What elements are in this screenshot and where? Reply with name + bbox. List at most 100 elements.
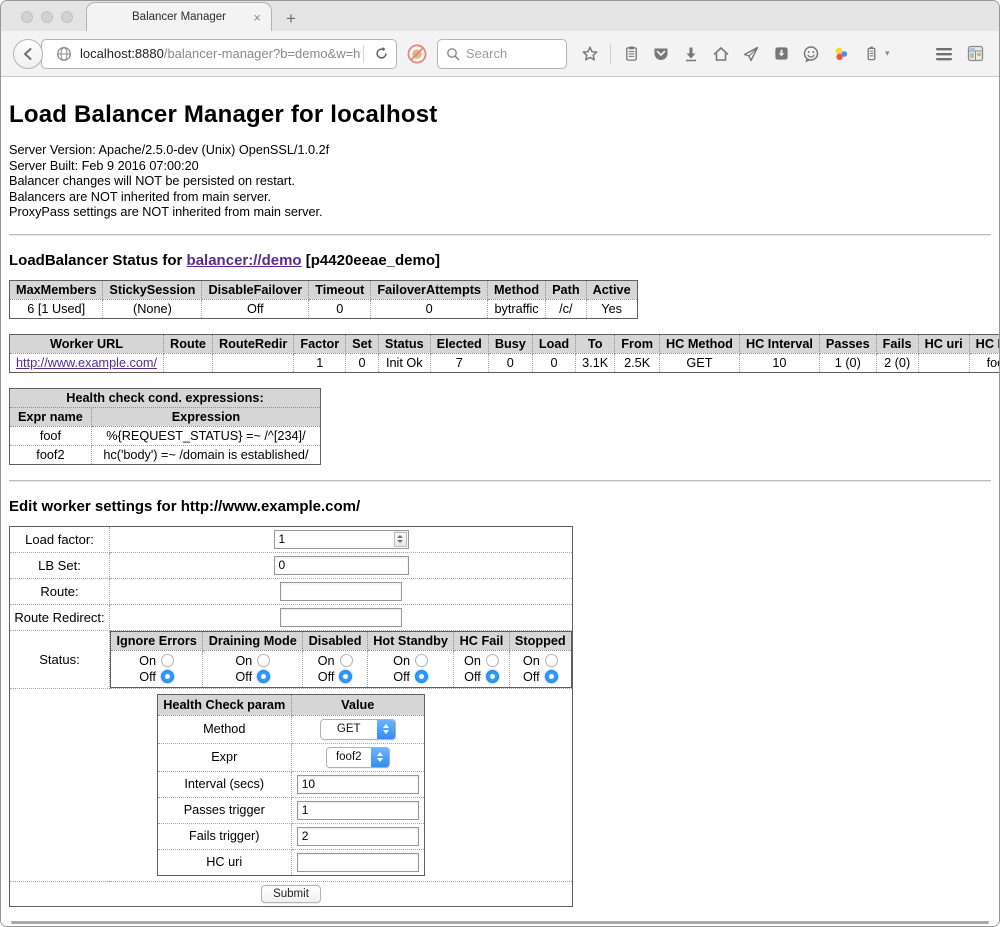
worker-url-link[interactable]: http://www.example.com/ (16, 356, 157, 370)
hc-fail-off-radio[interactable] (486, 670, 499, 683)
hc-uri-input[interactable] (297, 853, 419, 872)
val-failoverattempts: 0 (371, 299, 488, 318)
close-window-button[interactable] (21, 11, 33, 23)
col-expression: Expression (91, 407, 320, 426)
balancer-demo-link[interactable]: balancer://demo (187, 252, 302, 269)
back-button[interactable] (13, 39, 43, 69)
chat-button[interactable] (799, 42, 823, 66)
expr-table-title: Health check cond. expressions: (10, 388, 321, 407)
hc-expr-select[interactable]: foof2 (326, 747, 390, 768)
battery-extension-button[interactable] (859, 42, 883, 66)
on-label: On (139, 653, 156, 669)
bookmark-star-button[interactable] (578, 42, 602, 66)
hc-interval-input[interactable] (297, 775, 419, 794)
load-factor-input[interactable] (275, 531, 394, 547)
submit-row: Submit (10, 881, 573, 906)
disabled-on-radio[interactable] (340, 654, 353, 667)
hc-expr-selected-value: foof2 (327, 748, 371, 767)
heading-prefix: LoadBalancer Status for (9, 252, 187, 269)
url-divider (363, 45, 364, 63)
col-set: Set (346, 334, 379, 353)
balancer-header-row: MaxMembers StickySession DisableFailover… (10, 280, 638, 299)
downloads-button[interactable] (679, 42, 703, 66)
col-expr-name: Expr name (10, 407, 92, 426)
save-to-device-button[interactable] (769, 42, 793, 66)
expr-title-row: Health check cond. expressions: (10, 388, 321, 407)
hc-passes-input[interactable] (297, 801, 419, 820)
select-stepper-icon (371, 748, 389, 767)
status-matrix-table: Ignore Errors Draining Mode Disabled Hot… (110, 631, 572, 688)
draining-mode-radios: On Off (203, 650, 303, 687)
stopped-off-radio[interactable] (545, 670, 558, 683)
tab-balancer-manager[interactable]: Balancer Manager × (86, 2, 272, 31)
load-factor-row: Load factor: (10, 526, 573, 552)
hc-fails-input[interactable] (297, 827, 419, 846)
home-button[interactable] (709, 42, 733, 66)
session-grid-extension-button[interactable] (963, 42, 987, 66)
val-stickysession: (None) (103, 299, 202, 318)
health-check-table: Health Check param Value Method GET (157, 694, 425, 876)
send-tab-button[interactable] (739, 42, 763, 66)
adblock-icon[interactable] (404, 41, 430, 67)
disabled-radios: On Off (303, 650, 368, 687)
hot-standby-on-radio[interactable] (415, 654, 428, 667)
expr-value-foof2: hc('body') =~ /domain is established/ (91, 445, 320, 464)
off-label: Off (464, 669, 481, 685)
reload-button[interactable] (366, 40, 396, 68)
back-arrow-icon (20, 46, 36, 62)
submit-button[interactable]: Submit (261, 885, 321, 903)
search-input[interactable]: Search (437, 39, 567, 69)
col-hc-param: Health Check param (158, 694, 292, 715)
balancer-status-heading: LoadBalancer Status for balancer://demo … (9, 252, 991, 269)
expr-name-foof2: foof2 (10, 445, 92, 464)
stopped-radios: On Off (509, 650, 571, 687)
expr-row-foof: foof %{REQUEST_STATUS} =~ /^[234]/ (10, 426, 321, 445)
val-set: 0 (346, 353, 379, 372)
status-label: Status: (10, 630, 110, 688)
col-from: From (615, 334, 660, 353)
lb-set-row: LB Set: (10, 552, 573, 578)
health-check-expressions-table: Health check cond. expressions: Expr nam… (9, 388, 321, 465)
col-worker-url: Worker URL (10, 334, 164, 353)
overflow-caret-icon[interactable]: ▾ (885, 48, 890, 59)
ignore-errors-on-radio[interactable] (161, 654, 174, 667)
route-redirect-input[interactable] (280, 608, 402, 627)
url-bar[interactable]: localhost:8880/balancer-manager?b=demo&w… (41, 39, 397, 69)
hc-method-select[interactable]: GET (320, 719, 396, 740)
hc-fails-row: Fails trigger) (158, 823, 425, 849)
col-hc-fail: HC Fail (454, 631, 509, 650)
val-disablefailover: Off (202, 299, 309, 318)
route-input[interactable] (280, 582, 402, 601)
draining-mode-off-radio[interactable] (257, 670, 270, 683)
health-check-cell: Health Check param Value Method GET (10, 688, 573, 881)
menu-button[interactable] (932, 42, 956, 66)
disabled-off-radio[interactable] (339, 670, 352, 683)
color-dots-icon (832, 45, 850, 63)
col-stopped: Stopped (509, 631, 571, 650)
draining-mode-on-radio[interactable] (257, 654, 270, 667)
tab-title: Balancer Manager (132, 11, 226, 23)
reload-icon (374, 46, 389, 61)
val-from: 2.5K (615, 353, 660, 372)
stopped-on-radio[interactable] (545, 654, 558, 667)
status-row: Status: Ignore Errors Draining Mode Disa… (10, 630, 573, 688)
hc-fail-on-radio[interactable] (486, 654, 499, 667)
hc-method-row: Method GET (158, 715, 425, 743)
lb-set-input[interactable] (274, 556, 409, 575)
tab-close-icon[interactable]: × (253, 11, 261, 24)
color-dots-extension-button[interactable] (829, 42, 853, 66)
paper-plane-icon (742, 45, 760, 63)
new-tab-button[interactable]: + (286, 10, 296, 27)
number-spinner[interactable] (394, 532, 407, 547)
clipboard-button[interactable] (619, 42, 643, 66)
pocket-button[interactable] (649, 42, 673, 66)
val-timeout: 0 (309, 299, 371, 318)
status-matrix-header-row: Ignore Errors Draining Mode Disabled Hot… (111, 631, 572, 650)
ignore-errors-off-radio[interactable] (161, 670, 174, 683)
minimize-window-button[interactable] (41, 11, 53, 23)
hc-interval-label: Interval (secs) (158, 771, 292, 797)
url-text: localhost:8880/balancer-manager?b=demo&w… (80, 46, 361, 61)
col-hc-uri: HC uri (918, 334, 969, 353)
maximize-window-button[interactable] (61, 11, 73, 23)
hot-standby-off-radio[interactable] (415, 670, 428, 683)
